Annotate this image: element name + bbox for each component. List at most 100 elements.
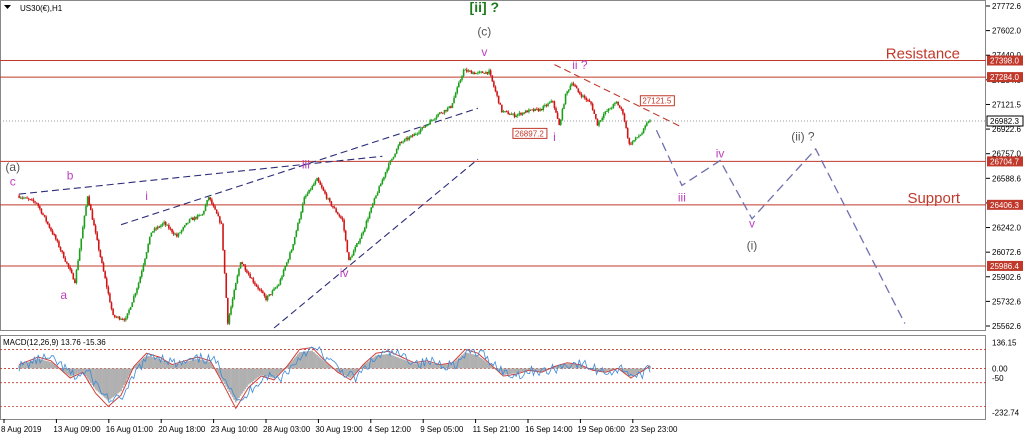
candle-body bbox=[230, 306, 232, 315]
candle-body bbox=[222, 223, 224, 251]
candle-body bbox=[593, 110, 596, 114]
macd-histogram-bar bbox=[381, 354, 384, 369]
candle-body bbox=[164, 221, 167, 226]
candle-body bbox=[564, 93, 567, 105]
candle-body bbox=[392, 156, 395, 159]
candle-body bbox=[160, 225, 162, 227]
candle-body bbox=[633, 140, 635, 142]
candle-body bbox=[609, 108, 611, 110]
candle-body bbox=[133, 296, 135, 303]
wave-label: [ii] ? bbox=[470, 0, 500, 15]
candle-body bbox=[34, 201, 36, 203]
candle-body bbox=[480, 71, 482, 73]
candle-body bbox=[254, 282, 256, 285]
candle-body bbox=[485, 71, 487, 74]
macd-histogram-bar bbox=[118, 368, 121, 393]
macd-histogram-bar bbox=[266, 368, 269, 377]
macd-histogram-bar bbox=[236, 368, 239, 401]
candle-body bbox=[336, 212, 339, 215]
macd-histogram-bar bbox=[190, 360, 193, 369]
candle-body bbox=[424, 125, 427, 128]
macd-histogram-bar bbox=[81, 368, 84, 372]
candle-body bbox=[206, 200, 208, 206]
candle-body bbox=[125, 317, 127, 321]
candle-body bbox=[18, 195, 20, 198]
candle-body bbox=[376, 192, 379, 196]
candle-body bbox=[464, 69, 466, 71]
candle-body bbox=[422, 126, 425, 128]
macd-histogram-bar bbox=[24, 363, 27, 369]
macd-histogram-bar bbox=[257, 368, 259, 378]
macd-histogram-bar bbox=[470, 353, 473, 369]
candle-body bbox=[599, 120, 602, 122]
candle-body bbox=[77, 260, 79, 270]
macd-histogram-bar bbox=[171, 365, 173, 369]
price-tick-label: 25562.6 bbox=[992, 322, 1021, 331]
candle-body bbox=[184, 225, 186, 228]
macd-histogram-bar bbox=[319, 357, 322, 369]
candle-body bbox=[375, 195, 377, 199]
candle-body bbox=[499, 102, 502, 105]
macd-histogram-bar bbox=[96, 368, 99, 391]
candle-body bbox=[220, 222, 223, 224]
candle-body bbox=[450, 106, 452, 108]
candle-body bbox=[268, 294, 271, 297]
candle-body bbox=[39, 206, 41, 209]
macd-histogram-bar bbox=[77, 368, 79, 374]
macd-histogram-bar bbox=[469, 353, 471, 369]
candle-body bbox=[558, 118, 560, 125]
candle-body bbox=[117, 316, 119, 318]
macd-histogram-bar bbox=[639, 368, 642, 372]
time-tick-label: 13 Aug 09:00 bbox=[53, 425, 101, 434]
macd-histogram-bar bbox=[486, 362, 489, 369]
candle-body bbox=[260, 289, 263, 292]
candle-body bbox=[257, 286, 259, 289]
candle-body bbox=[46, 221, 49, 225]
macd-histogram-bar bbox=[309, 350, 312, 369]
macd-histogram-bar bbox=[121, 368, 124, 389]
candle-body bbox=[316, 178, 318, 181]
candle-body bbox=[271, 290, 274, 295]
candle-body bbox=[59, 247, 62, 251]
candle-body bbox=[70, 269, 73, 274]
candle-body bbox=[332, 205, 334, 208]
macd-histogram-bar bbox=[161, 360, 164, 369]
candle-body bbox=[391, 158, 393, 161]
candle-body bbox=[328, 198, 331, 202]
candle-body bbox=[277, 284, 280, 287]
candle-body bbox=[144, 258, 146, 265]
macd-histogram-bar bbox=[510, 368, 513, 374]
macd-histogram-bar bbox=[250, 368, 253, 383]
candle-body bbox=[101, 257, 103, 263]
macd-histogram-bar bbox=[512, 368, 514, 374]
macd-histogram-bar bbox=[263, 368, 266, 376]
candle-body bbox=[532, 109, 535, 111]
candle-body bbox=[595, 113, 597, 119]
macd-histogram-bar bbox=[413, 363, 416, 369]
macd-histogram-bar bbox=[316, 354, 318, 369]
candle-body bbox=[32, 199, 35, 202]
candle-body bbox=[634, 137, 637, 141]
candle-body bbox=[252, 278, 255, 283]
candle-body bbox=[289, 252, 291, 260]
candle-body bbox=[607, 108, 610, 112]
candle-body bbox=[437, 113, 439, 117]
macd-histogram-bar bbox=[483, 360, 486, 369]
candle-body bbox=[78, 249, 81, 261]
candle-body bbox=[187, 222, 189, 224]
candle-body bbox=[628, 137, 631, 144]
candle-body bbox=[547, 103, 549, 106]
candle-body bbox=[153, 228, 156, 232]
macd-histogram-bar bbox=[523, 368, 526, 372]
macd-histogram-bar bbox=[515, 368, 518, 374]
macd-histogram-bar bbox=[521, 368, 524, 372]
macd-histogram-bar bbox=[325, 363, 328, 369]
candle-body bbox=[311, 185, 314, 190]
macd-tick-label: -50 bbox=[992, 374, 1004, 383]
candle-body bbox=[129, 307, 132, 310]
time-tick-label: 16 Aug 01:00 bbox=[106, 425, 154, 434]
candle-body bbox=[104, 271, 106, 279]
candle-body bbox=[58, 241, 60, 248]
macd-histogram-bar bbox=[244, 368, 247, 390]
candle-body bbox=[461, 76, 463, 80]
